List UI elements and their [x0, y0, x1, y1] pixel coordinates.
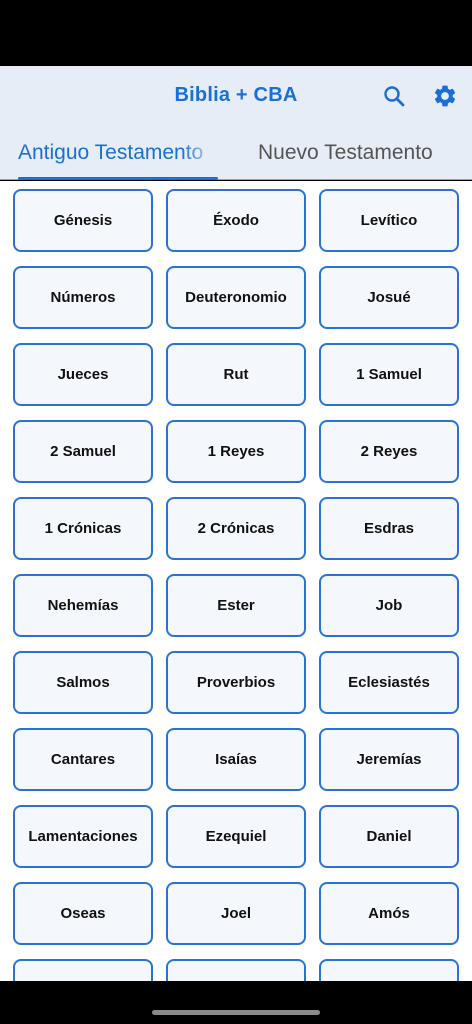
book-button[interactable]: Cantares: [13, 728, 153, 791]
book-button[interactable]: [319, 959, 459, 981]
book-button[interactable]: Génesis: [13, 189, 153, 252]
book-button[interactable]: Levítico: [319, 189, 459, 252]
book-grid: Génesis Éxodo Levítico Números Deuterono…: [13, 189, 459, 981]
book-button[interactable]: Job: [319, 574, 459, 637]
book-button[interactable]: 2 Reyes: [319, 420, 459, 483]
book-button[interactable]: Josué: [319, 266, 459, 329]
book-button[interactable]: Salmos: [13, 651, 153, 714]
book-button[interactable]: Proverbios: [166, 651, 306, 714]
book-button[interactable]: Esdras: [319, 497, 459, 560]
book-button[interactable]: 2 Samuel: [13, 420, 153, 483]
book-button[interactable]: 1 Reyes: [166, 420, 306, 483]
home-indicator[interactable]: [152, 1010, 320, 1015]
book-button[interactable]: Rut: [166, 343, 306, 406]
book-button[interactable]: Ester: [166, 574, 306, 637]
book-button[interactable]: 1 Crónicas: [13, 497, 153, 560]
book-button[interactable]: Amós: [319, 882, 459, 945]
book-button[interactable]: Jeremías: [319, 728, 459, 791]
book-button[interactable]: Ezequiel: [166, 805, 306, 868]
status-bar: [0, 0, 472, 66]
book-button[interactable]: Jueces: [13, 343, 153, 406]
book-button[interactable]: 2 Crónicas: [166, 497, 306, 560]
book-button[interactable]: Eclesiastés: [319, 651, 459, 714]
search-icon[interactable]: [380, 82, 408, 110]
book-list: Génesis Éxodo Levítico Números Deuterono…: [0, 181, 472, 981]
app-header: Biblia + CBA Antiguo Testamento Nuevo Te…: [0, 66, 472, 180]
book-button[interactable]: Lamentaciones: [13, 805, 153, 868]
book-button[interactable]: Nehemías: [13, 574, 153, 637]
bottom-bar: [0, 981, 472, 1024]
tab-antiguo-testamento[interactable]: Antiguo Testamento: [18, 138, 218, 168]
book-button[interactable]: Daniel: [319, 805, 459, 868]
book-button[interactable]: Joel: [166, 882, 306, 945]
tab-nuevo-testamento[interactable]: Nuevo Testamento: [258, 138, 458, 168]
book-button[interactable]: [13, 959, 153, 981]
gear-icon[interactable]: [431, 82, 459, 110]
book-button[interactable]: Oseas: [13, 882, 153, 945]
book-button[interactable]: Isaías: [166, 728, 306, 791]
book-button[interactable]: Números: [13, 266, 153, 329]
book-button[interactable]: Deuteronomio: [166, 266, 306, 329]
book-button[interactable]: Éxodo: [166, 189, 306, 252]
tab-selected-indicator: [18, 177, 218, 180]
book-button[interactable]: [166, 959, 306, 981]
book-button[interactable]: 1 Samuel: [319, 343, 459, 406]
